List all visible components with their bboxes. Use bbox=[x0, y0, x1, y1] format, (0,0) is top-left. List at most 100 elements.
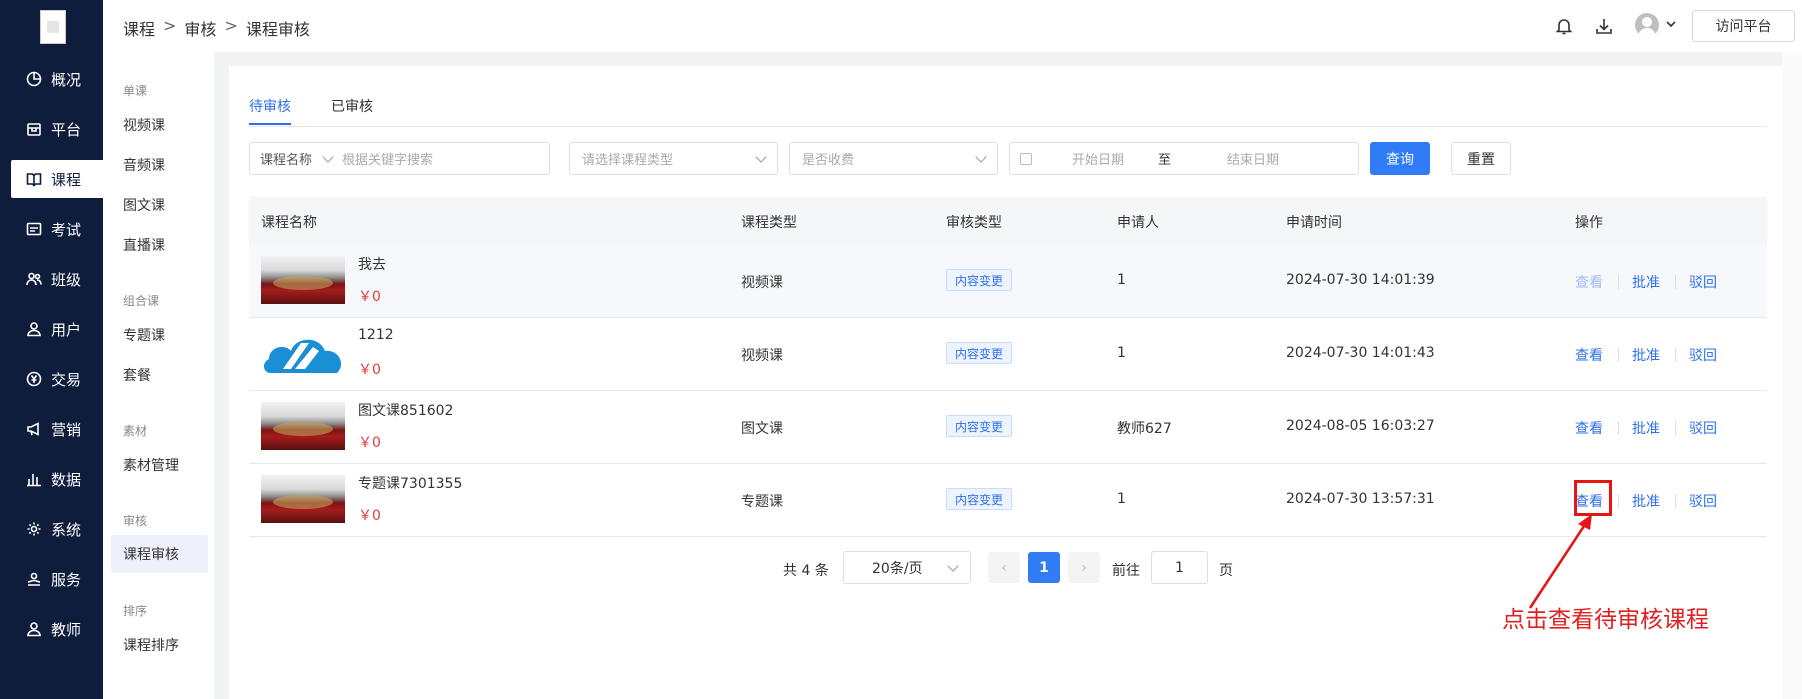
page-size-select[interactable]: 20条/页 bbox=[843, 551, 971, 584]
subnav-item-live[interactable]: 直播课 bbox=[123, 235, 165, 255]
nav-item-service[interactable]: 服务 bbox=[0, 560, 103, 598]
scrollbar-track[interactable] bbox=[1782, 52, 1802, 699]
fee-select[interactable]: 是否收费 bbox=[789, 142, 998, 175]
nav-item-teacher[interactable]: 教师 bbox=[0, 610, 103, 648]
reject-button[interactable]: 驳回 bbox=[1689, 418, 1717, 438]
subnav-item-package[interactable]: 套餐 bbox=[123, 365, 151, 385]
nav-item-user[interactable]: 用户 bbox=[0, 310, 103, 348]
subnav-item-video[interactable]: 视频课 bbox=[123, 115, 165, 135]
course-name: 图文课851602 bbox=[358, 403, 454, 419]
view-button[interactable]: 查看 bbox=[1575, 272, 1603, 292]
visit-platform-button[interactable]: 访问平台 bbox=[1692, 10, 1795, 42]
view-button[interactable]: 查看 bbox=[1575, 345, 1603, 365]
course-type: 专题课 bbox=[741, 494, 783, 510]
subnav-item-topic[interactable]: 专题课 bbox=[123, 325, 165, 345]
nav-item-class[interactable]: 班级 bbox=[0, 260, 103, 298]
search-button[interactable]: 查询 bbox=[1370, 142, 1430, 175]
cloud-logo-icon bbox=[263, 339, 342, 373]
course-name: 专题课7301355 bbox=[358, 476, 463, 492]
course-type-select[interactable]: 请选择课程类型 bbox=[569, 142, 778, 175]
apply-time: 2024-07-30 14:01:39 bbox=[1286, 272, 1435, 288]
exam-icon bbox=[26, 221, 42, 237]
page-size-value: 20条/页 bbox=[872, 560, 923, 577]
date-range-picker[interactable]: 开始日期 至 结束日期 bbox=[1009, 142, 1359, 175]
reject-button[interactable]: 驳回 bbox=[1689, 272, 1717, 292]
col-actions: 操作 bbox=[1575, 215, 1603, 231]
course-thumbnail bbox=[261, 402, 345, 450]
view-button[interactable]: 查看 bbox=[1575, 418, 1603, 438]
subnav-item-course-audit[interactable]: 课程审核 bbox=[111, 535, 208, 573]
nav-item-label: 用户 bbox=[51, 320, 82, 339]
chevron-down-icon[interactable] bbox=[1664, 17, 1678, 31]
subnav-item-material[interactable]: 素材管理 bbox=[123, 455, 179, 475]
nav-item-label: 课程 bbox=[51, 170, 82, 189]
nav-item-label: 平台 bbox=[51, 120, 82, 139]
applicant: 1 bbox=[1117, 491, 1126, 507]
approve-button[interactable]: 批准 bbox=[1632, 345, 1660, 365]
tab-reviewed[interactable]: 已审核 bbox=[331, 96, 373, 116]
reject-button[interactable]: 驳回 bbox=[1689, 345, 1717, 365]
page-number-button[interactable]: 1 bbox=[1028, 552, 1060, 583]
reset-button[interactable]: 重置 bbox=[1451, 142, 1511, 175]
approve-button[interactable]: 批准 bbox=[1632, 272, 1660, 292]
top-header: 课程 > 审核 > 课程审核 访问平台 bbox=[103, 0, 1802, 52]
nav-item-exam[interactable]: 考试 bbox=[0, 210, 103, 248]
goto-page-input[interactable]: 1 bbox=[1151, 551, 1208, 584]
nav-item-marketing[interactable]: 营销 bbox=[0, 410, 103, 448]
download-icon[interactable] bbox=[1594, 16, 1614, 36]
app-logo[interactable] bbox=[40, 10, 66, 44]
chevron-down-icon bbox=[946, 560, 959, 572]
subnav-item-article[interactable]: 图文课 bbox=[123, 195, 165, 215]
annotation-text: 点击查看待审核课程 bbox=[1502, 607, 1709, 633]
table-header: 课程名称 课程类型 审核类型 申请人 申请时间 操作 bbox=[249, 197, 1767, 245]
chevron-down-icon bbox=[975, 151, 987, 163]
subnav-item-audio[interactable]: 音频课 bbox=[123, 155, 165, 175]
nav-item-label: 营销 bbox=[51, 420, 82, 439]
course-thumbnail bbox=[261, 475, 345, 523]
nav-item-course[interactable]: 课程 bbox=[11, 160, 103, 198]
nav-item-label: 教师 bbox=[51, 620, 82, 639]
pagination-total: 共 4 条 bbox=[783, 563, 829, 579]
breadcrumb-item[interactable]: 审核 bbox=[184, 16, 216, 40]
next-page-button[interactable]: › bbox=[1068, 552, 1100, 583]
nav-item-label: 概况 bbox=[51, 70, 82, 89]
breadcrumb-item[interactable]: 课程 bbox=[123, 16, 155, 40]
chevron-down-icon bbox=[322, 151, 334, 163]
subnav-group-title: 组合课 bbox=[123, 294, 160, 308]
keyword-search-input[interactable]: 根据关键字搜索 bbox=[342, 149, 433, 168]
course-type-placeholder: 请选择课程类型 bbox=[582, 153, 674, 168]
nav-item-system[interactable]: 系统 bbox=[0, 510, 103, 548]
search-field-select[interactable]: 课程名称 bbox=[260, 149, 312, 168]
divider bbox=[1675, 348, 1676, 362]
start-date-input[interactable]: 开始日期 bbox=[1072, 149, 1124, 168]
nav-item-label: 班级 bbox=[51, 270, 82, 289]
nav-item-label: 考试 bbox=[51, 220, 82, 239]
subnav-group-title: 排序 bbox=[123, 604, 148, 618]
divider bbox=[1618, 348, 1619, 362]
subnav-item-course-sort[interactable]: 课程排序 bbox=[123, 635, 179, 655]
calendar-icon bbox=[1020, 152, 1032, 165]
avatar[interactable] bbox=[1635, 13, 1659, 37]
bell-icon[interactable] bbox=[1554, 16, 1574, 36]
approve-button[interactable]: 批准 bbox=[1632, 491, 1660, 511]
nav-item-platform[interactable]: 平台 bbox=[0, 110, 103, 148]
course-type: 视频课 bbox=[741, 348, 783, 364]
course-price: ￥0 bbox=[358, 508, 381, 524]
breadcrumb: 课程 > 审核 > 课程审核 bbox=[123, 16, 310, 40]
yen-icon bbox=[26, 371, 42, 387]
prev-page-button[interactable]: ‹ bbox=[988, 552, 1020, 583]
col-course-type: 课程类型 bbox=[741, 215, 797, 231]
reject-button[interactable]: 驳回 bbox=[1689, 491, 1717, 511]
teacher-icon bbox=[26, 621, 42, 637]
apply-time: 2024-07-30 14:01:43 bbox=[1286, 345, 1435, 361]
approve-button[interactable]: 批准 bbox=[1632, 418, 1660, 438]
applicant: 1 bbox=[1117, 272, 1126, 288]
nav-item-overview[interactable]: 概况 bbox=[0, 60, 103, 98]
book-icon bbox=[26, 171, 42, 187]
nav-item-data[interactable]: 数据 bbox=[0, 460, 103, 498]
nav-item-trade[interactable]: 交易 bbox=[0, 360, 103, 398]
chevron-right-icon: > bbox=[224, 16, 238, 35]
pie-chart-icon bbox=[26, 71, 42, 87]
end-date-input[interactable]: 结束日期 bbox=[1227, 149, 1279, 168]
tab-pending[interactable]: 待审核 bbox=[249, 96, 291, 125]
